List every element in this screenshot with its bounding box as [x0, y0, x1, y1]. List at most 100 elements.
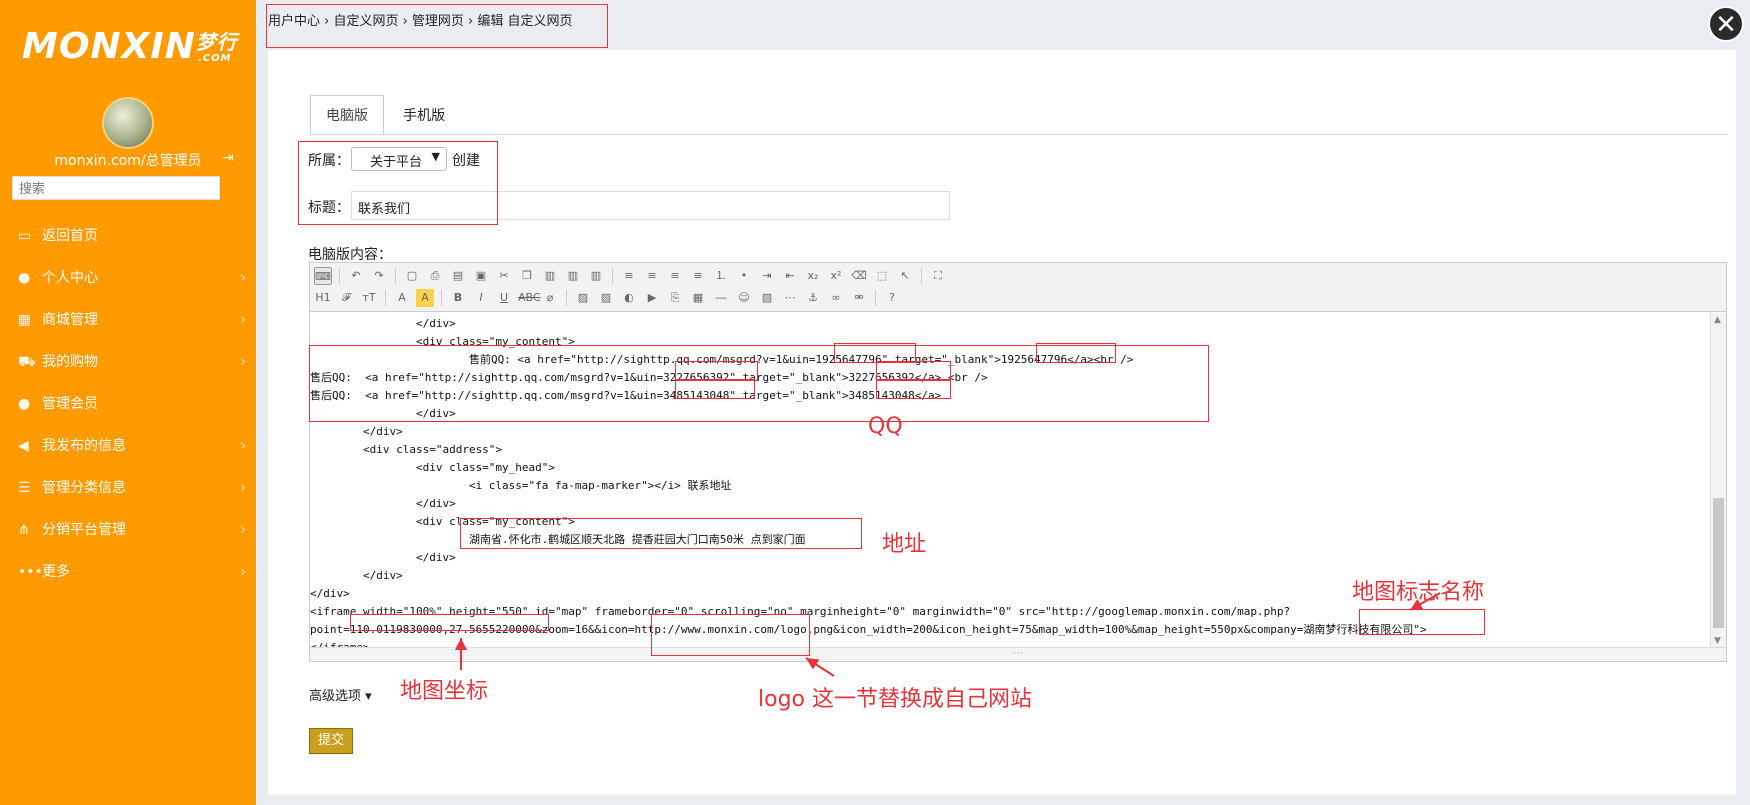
search-input[interactable]: [12, 176, 220, 200]
redo-icon[interactable]: ↷: [370, 267, 388, 285]
source-icon[interactable]: ⌨: [314, 267, 332, 285]
scroll-down-icon[interactable]: ▼: [1714, 636, 1721, 646]
subscript-icon[interactable]: x₂: [804, 267, 822, 285]
tab-mobile[interactable]: 手机版: [388, 96, 460, 136]
cut-icon[interactable]: ✂: [495, 267, 513, 285]
bold-icon[interactable]: B: [449, 289, 467, 307]
table-icon[interactable]: ▦: [689, 289, 707, 307]
scroll-up-icon[interactable]: ▲: [1714, 315, 1721, 325]
scrollbar-thumb[interactable]: [1713, 498, 1724, 628]
preview-icon[interactable]: ▢: [403, 267, 421, 285]
paste-word-icon[interactable]: ▥: [587, 267, 605, 285]
anchor-icon[interactable]: ⚓: [804, 289, 822, 307]
strike-icon[interactable]: ABC: [518, 289, 541, 307]
vertical-scrollbar[interactable]: ▲ ▼: [1710, 313, 1726, 648]
sidebar-item-label: 我发布的信息: [42, 438, 126, 454]
sidebar-item-distribution[interactable]: ⋔ 分销平台管理 ›: [0, 509, 256, 551]
attach-icon[interactable]: ⎘: [666, 289, 684, 307]
sidebar-item-categories[interactable]: ☰ 管理分类信息 ›: [0, 467, 256, 509]
chevron-right-icon: ›: [240, 480, 246, 496]
code-line: </div>: [310, 317, 456, 330]
qq2-text-highlight: [876, 361, 951, 381]
template-icon[interactable]: ▤: [449, 267, 467, 285]
rich-text-editor: ⌨ ↶ ↷ ▢ ⎙ ▤ ▣ ✂ ❐ ▥ ▥ ▥ ≡ ≡ ≡ ≡ ⒈ • ⇥ ⇤ x₂ x² ⌫ ⬚ ↖ ⛶ H1 𝓕т…: [309, 262, 1727, 662]
undo-icon[interactable]: ↶: [347, 267, 365, 285]
monitor-icon: ▭: [18, 228, 32, 244]
annotation-qq: QQ: [868, 414, 903, 439]
chevron-right-icon: ›: [240, 438, 246, 454]
unlink-icon[interactable]: ⚮: [850, 289, 868, 307]
superscript-icon[interactable]: x²: [827, 267, 845, 285]
sidebar-item-members[interactable]: ● 管理会员: [0, 383, 256, 425]
user-name[interactable]: monxin.com/总管理员: [0, 150, 256, 170]
logo-url-highlight: [651, 614, 810, 656]
avatar[interactable]: [102, 97, 154, 149]
eraser-icon[interactable]: ⌀: [541, 289, 559, 307]
map-icon[interactable]: ▧: [758, 289, 776, 307]
align-center-icon[interactable]: ≡: [643, 267, 661, 285]
flash-icon[interactable]: ◐: [620, 289, 638, 307]
tab-desktop[interactable]: 电脑版: [310, 95, 384, 135]
megaphone-icon: ◀: [18, 438, 29, 454]
heading-icon[interactable]: H1: [314, 289, 332, 307]
code-line: </div>: [310, 587, 350, 600]
font-color-icon[interactable]: A: [393, 289, 411, 307]
logo-cn-text: 梦行: [195, 30, 238, 54]
user-icon: ●: [18, 396, 31, 412]
sidebar-item-personal[interactable]: ● 个人中心 ›: [0, 257, 256, 299]
align-left-icon[interactable]: ≡: [620, 267, 638, 285]
select-all-icon[interactable]: ⬚: [873, 267, 891, 285]
indent-icon[interactable]: ⇥: [758, 267, 776, 285]
annotation-map-coord: 地图坐标: [400, 679, 489, 704]
multi-image-icon[interactable]: ▨: [597, 289, 615, 307]
align-right-icon[interactable]: ≡: [666, 267, 684, 285]
advanced-options-toggle[interactable]: 高级选项 ▾: [309, 685, 372, 704]
print-icon[interactable]: ⎙: [426, 267, 444, 285]
font-family-icon[interactable]: 𝓕: [337, 289, 355, 307]
code-line: </div>: [310, 569, 403, 582]
font-size-icon[interactable]: тT: [360, 289, 378, 307]
ordered-list-icon[interactable]: ⒈: [712, 267, 730, 285]
italic-icon[interactable]: I: [472, 289, 490, 307]
chevron-right-icon: ›: [240, 564, 246, 580]
submit-button[interactable]: 提交: [309, 728, 353, 754]
outdent-icon[interactable]: ⇤: [781, 267, 799, 285]
close-button[interactable]: ✕: [1708, 6, 1744, 42]
coord-highlight: [350, 614, 549, 631]
sidebar-item-home[interactable]: ▭ 返回首页: [0, 215, 256, 257]
logo-com-text: .COM: [198, 53, 232, 64]
highlight-icon[interactable]: A: [416, 289, 434, 307]
underline-icon[interactable]: U: [495, 289, 513, 307]
help-icon[interactable]: ?: [883, 289, 901, 307]
sidebar-item-store[interactable]: ▦ 商城管理 ›: [0, 299, 256, 341]
link-icon[interactable]: ∞: [827, 289, 845, 307]
logo[interactable]: MONXIN梦行 .COM: [22, 26, 238, 67]
emoticon-icon[interactable]: ☺: [735, 289, 753, 307]
chevron-right-icon: ›: [240, 270, 246, 286]
hr-icon[interactable]: ―: [712, 289, 730, 307]
sidebar-item-shopping[interactable]: ⛟ 我的购物 ›: [0, 341, 256, 383]
sidebar-item-posts[interactable]: ◀ 我发布的信息 ›: [0, 425, 256, 467]
annotation-map-name: 地图标志名称: [1352, 580, 1485, 605]
pointer-icon[interactable]: ↖: [896, 267, 914, 285]
annotation-address: 地址: [882, 532, 927, 557]
unordered-list-icon[interactable]: •: [735, 267, 753, 285]
qq3-text-highlight: [876, 379, 951, 399]
clear-format-icon[interactable]: ⌫: [850, 267, 868, 285]
resize-handle[interactable]: ⋯: [310, 647, 1726, 661]
pagebreak-icon[interactable]: ⋯: [781, 289, 799, 307]
paste-text-icon[interactable]: ▥: [564, 267, 582, 285]
image-icon[interactable]: ▨: [574, 289, 592, 307]
copy-icon[interactable]: ❐: [518, 267, 536, 285]
logout-icon[interactable]: ⇥: [222, 150, 234, 166]
align-justify-icon[interactable]: ≡: [689, 267, 707, 285]
tabs: 电脑版 手机版: [310, 95, 460, 135]
sidebar-item-label: 管理会员: [42, 396, 98, 412]
sidebar-item-label: 我的购物: [42, 354, 98, 370]
fullscreen-icon[interactable]: ⛶: [929, 267, 947, 285]
code-icon[interactable]: ▣: [472, 267, 490, 285]
sidebar: MONXIN梦行 .COM monxin.com/总管理员 ⇥ ▭ 返回首页 ● 个…: [0, 0, 256, 805]
media-icon[interactable]: ▶: [643, 289, 661, 307]
paste-icon[interactable]: ▥: [541, 267, 559, 285]
sidebar-item-more[interactable]: •••更多 ›: [0, 551, 256, 593]
